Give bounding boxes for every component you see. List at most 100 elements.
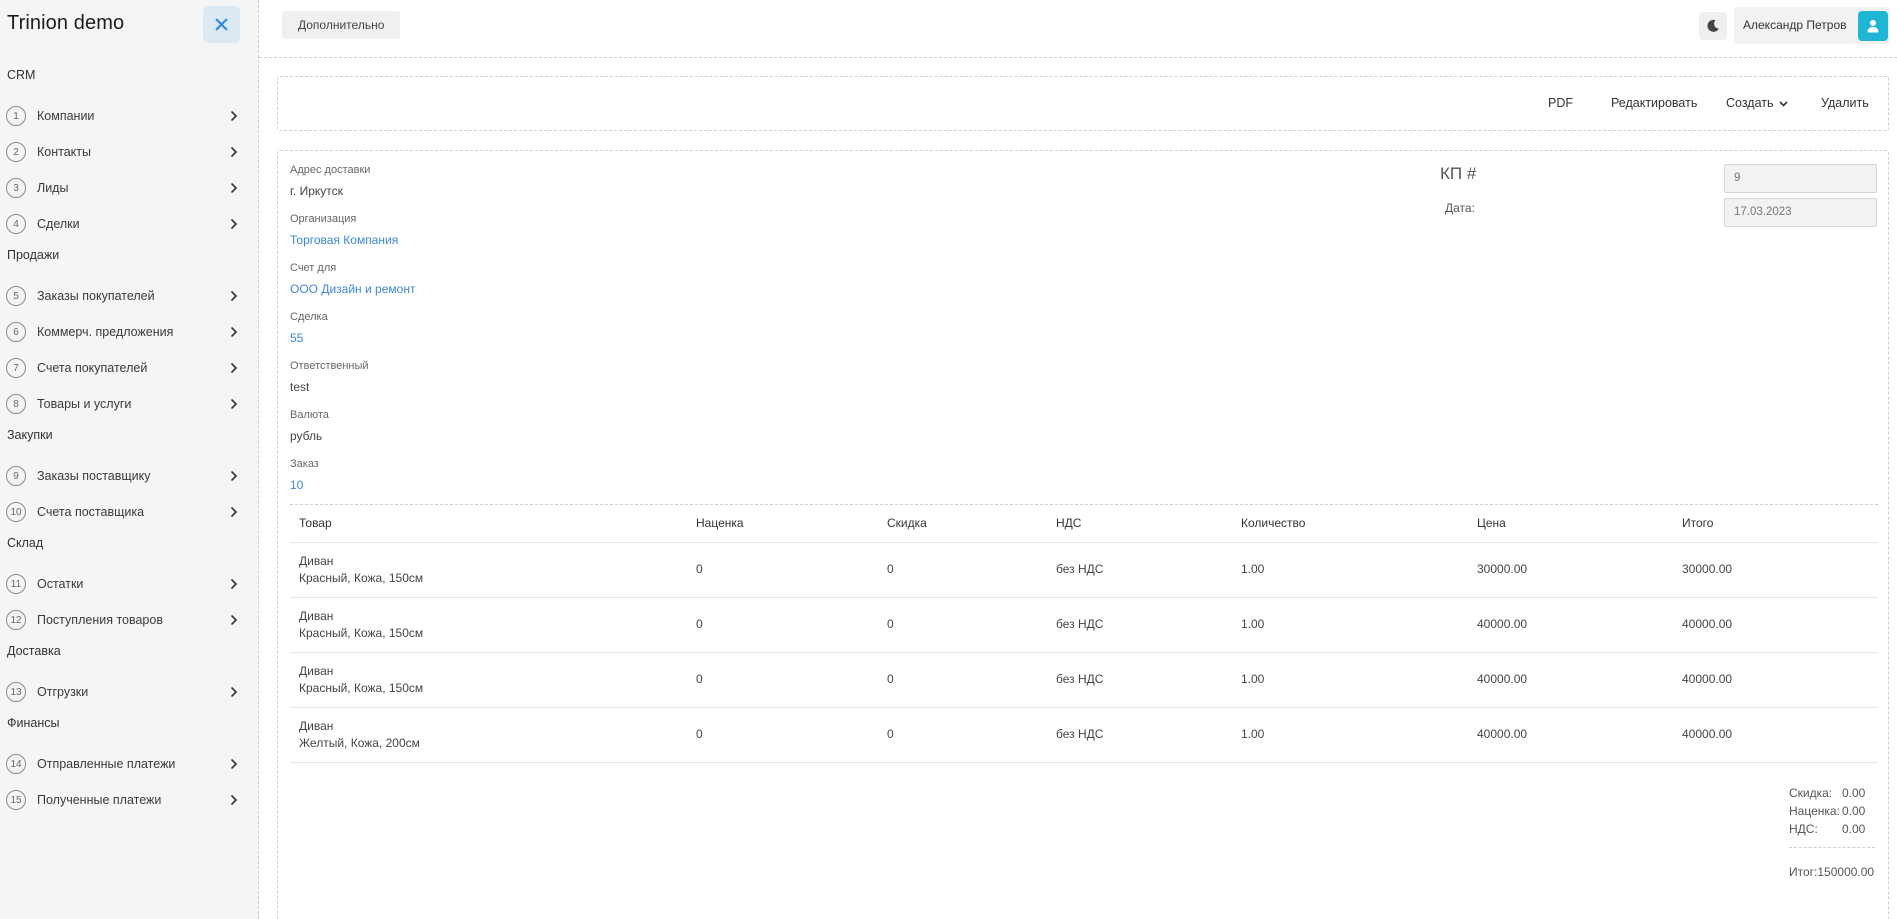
chevron-right-icon xyxy=(230,218,238,230)
sidebar-item-label: Остатки xyxy=(37,577,84,591)
col-header-qty: Количество xyxy=(1232,505,1468,543)
product-cell: Диван Красный, Кожа, 150см xyxy=(290,652,687,708)
document-toolbar: PDF Редактировать Создать Удалить xyxy=(277,76,1889,131)
app-title: Trinion demo xyxy=(7,12,125,34)
close-sidebar-button[interactable] xyxy=(203,6,240,43)
pdf-button[interactable]: PDF xyxy=(1548,96,1573,110)
nav-number-badge: 6 xyxy=(6,322,26,342)
sidebar-item-label: Заказы поставщику xyxy=(37,469,151,483)
sidebar-item[interactable]: 5 Заказы покупателей xyxy=(0,278,259,314)
sidebar-item[interactable]: 12 Поступления товаров xyxy=(0,602,259,638)
field-link[interactable]: 55 xyxy=(290,331,303,345)
product-name: Диван xyxy=(299,718,334,733)
date-field[interactable]: 17.03.2023 xyxy=(1724,198,1877,227)
cell-markup: 0 xyxy=(687,542,878,598)
cell-total: 30000.00 xyxy=(1673,542,1878,598)
field-link[interactable]: ООО Дизайн и ремонт xyxy=(290,282,415,296)
nav-number-badge: 8 xyxy=(6,394,26,414)
col-header-price: Цена xyxy=(1468,505,1673,543)
nav-number-badge: 5 xyxy=(6,286,26,306)
field-link[interactable]: Торговая Компания xyxy=(290,233,398,247)
sidebar-item-label: Контакты xyxy=(37,145,91,159)
chevron-right-icon xyxy=(230,182,238,194)
sidebar-item[interactable]: 11 Остатки xyxy=(0,566,259,602)
user-menu[interactable]: Александр Петров xyxy=(1734,7,1890,44)
sidebar: Trinion demo CRM 1 Компании 2 Контакты 3 Лиды 4… xyxy=(0,0,259,919)
col-header-product: Товар xyxy=(290,505,687,543)
sidebar-item-label: Заказы покупателей xyxy=(37,289,155,303)
table-body: Диван Красный, Кожа, 150см 0 0 без НДС 1.00 30… xyxy=(290,542,1878,763)
create-dropdown[interactable]: Создать xyxy=(1726,96,1788,110)
cell-price: 40000.00 xyxy=(1468,652,1673,708)
nav-number-badge: 12 xyxy=(6,610,26,630)
discount-total-value: 0.00 xyxy=(1842,786,1866,800)
nav-number-badge: 14 xyxy=(6,754,26,774)
nav-number-badge: 7 xyxy=(6,358,26,378)
chevron-right-icon xyxy=(230,362,238,374)
chevron-right-icon xyxy=(230,794,238,806)
more-button[interactable]: Дополнительно xyxy=(282,11,401,39)
cell-qty: 1.00 xyxy=(1232,707,1468,763)
product-name: Диван xyxy=(299,608,334,623)
app-root: Trinion demo CRM 1 Компании 2 Контакты 3 Лиды 4… xyxy=(0,0,1897,919)
cell-total: 40000.00 xyxy=(1673,597,1878,653)
table-row: Диван Красный, Кожа, 150см 0 0 без НДС 1.00 40… xyxy=(290,652,1878,708)
table-row: Диван Красный, Кожа, 150см 0 0 без НДС 1.00 30… xyxy=(290,542,1878,598)
theme-toggle-button[interactable] xyxy=(1699,12,1727,40)
vat-total-value: 0.00 xyxy=(1842,822,1866,836)
nav-number-badge: 15 xyxy=(6,790,26,810)
main-content: Дополнительно Александр Петров PDF Редак… xyxy=(259,0,1897,919)
product-cell: Диван Желтый, Кожа, 200см xyxy=(290,707,687,763)
sidebar-item[interactable]: 14 Отправленные платежи xyxy=(0,746,259,782)
field-label: Заказ xyxy=(290,458,319,470)
chevron-right-icon xyxy=(230,326,238,338)
sidebar-nav: CRM 1 Компании 2 Контакты 3 Лиды 4 Сделки Продажи… xyxy=(0,62,259,818)
markup-total-label: Наценка: xyxy=(1789,804,1840,818)
sidebar-item-label: Полученные платежи xyxy=(37,793,162,807)
product-description: Красный, Кожа, 150см xyxy=(299,680,424,695)
field-link[interactable]: 10 xyxy=(290,478,303,492)
edit-button[interactable]: Редактировать xyxy=(1611,96,1697,110)
chevron-down-icon xyxy=(1778,101,1788,107)
field-label: Сделка xyxy=(290,311,328,323)
chevron-right-icon xyxy=(230,758,238,770)
discount-total-label: Скидка: xyxy=(1789,786,1833,800)
user-icon xyxy=(1867,20,1879,33)
sidebar-item[interactable]: 3 Лиды xyxy=(0,170,259,206)
sidebar-item[interactable]: 15 Полученные платежи xyxy=(0,782,259,818)
chevron-right-icon xyxy=(230,470,238,482)
sidebar-item-label: Отправленные платежи xyxy=(37,757,176,771)
top-bar: Дополнительно Александр Петров xyxy=(259,0,1897,58)
chevron-right-icon xyxy=(230,578,238,590)
nav-number-badge: 2 xyxy=(6,142,26,162)
sidebar-item[interactable]: 9 Заказы поставщику xyxy=(0,458,259,494)
nav-group-label: Закупки xyxy=(7,428,53,442)
nav-group-label: Продажи xyxy=(7,248,60,262)
cell-total: 40000.00 xyxy=(1673,707,1878,763)
sidebar-item[interactable]: 4 Сделки xyxy=(0,206,259,242)
cell-discount: 0 xyxy=(878,652,1047,708)
sidebar-item[interactable]: 7 Счета покупателей xyxy=(0,350,259,386)
sidebar-item[interactable]: 6 Коммерч. предложения xyxy=(0,314,259,350)
close-icon xyxy=(215,18,228,31)
sidebar-item-label: Лиды xyxy=(37,181,69,195)
sidebar-item[interactable]: 2 Контакты xyxy=(0,134,259,170)
nav-number-badge: 9 xyxy=(6,466,26,486)
sidebar-item-label: Отгрузки xyxy=(37,685,89,699)
chevron-right-icon xyxy=(230,398,238,410)
field-label: Ответственный xyxy=(290,360,369,372)
delete-button[interactable]: Удалить xyxy=(1821,96,1869,110)
kp-title: КП # xyxy=(1440,164,1477,183)
chevron-right-icon xyxy=(230,506,238,518)
sidebar-item[interactable]: 1 Компании xyxy=(0,98,259,134)
sidebar-item[interactable]: 10 Счета поставщика xyxy=(0,494,259,530)
totals-divider xyxy=(1789,847,1875,848)
nav-group-label: Доставка xyxy=(7,644,61,658)
nav-group-label: Склад xyxy=(7,536,44,550)
chevron-right-icon xyxy=(230,110,238,122)
product-cell: Диван Красный, Кожа, 150см xyxy=(290,542,687,598)
kp-number-field[interactable]: 9 xyxy=(1724,164,1877,193)
sidebar-item[interactable]: 13 Отгрузки xyxy=(0,674,259,710)
sidebar-item[interactable]: 8 Товары и услуги xyxy=(0,386,259,422)
vat-total-label: НДС: xyxy=(1789,822,1818,836)
